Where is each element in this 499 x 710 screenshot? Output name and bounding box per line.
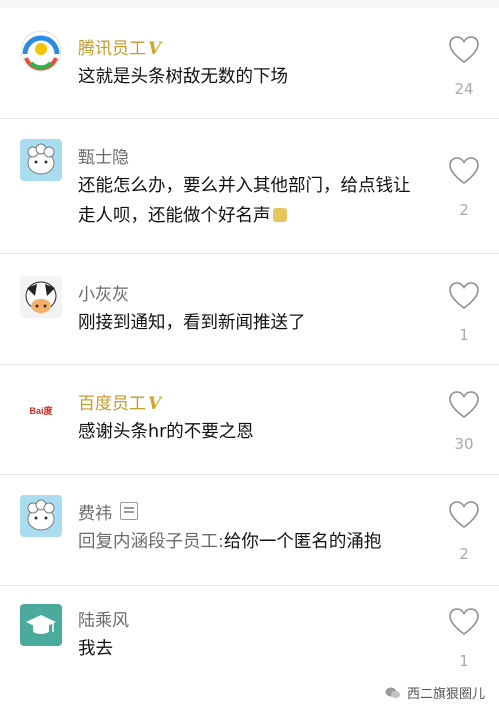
avatar[interactable]: [20, 30, 62, 72]
watermark: 西二旗狠圈儿: [385, 683, 485, 702]
like-count: 1: [459, 326, 469, 344]
cow-avatar-icon: [20, 276, 62, 318]
comment-text: 感谢头条hr的不要之恩: [78, 422, 254, 442]
heart-icon: [449, 391, 479, 418]
like-count: 30: [454, 435, 474, 453]
like-count: 2: [459, 545, 469, 563]
comment-item: 腾讯员工 V 这就是头条树敌无数的下场 24: [0, 8, 499, 119]
tencent-logo-icon: [20, 30, 62, 72]
comment-item: 甄士隐 还能怎么办，要么并入其他部门，给点钱让走人呗，还能做个好名声 2: [0, 119, 499, 254]
watermark-text: 西二旗狠圈儿: [406, 687, 485, 702]
comment-text: 刚接到通知，看到新闻推送了: [78, 313, 306, 333]
avatar[interactable]: [20, 495, 62, 537]
heart-icon: [449, 501, 479, 528]
verified-badge-icon: V: [148, 39, 162, 59]
verified-badge-icon: V: [148, 394, 162, 414]
commenter-name[interactable]: 小灰灰: [78, 280, 129, 305]
heart-icon: [449, 36, 479, 63]
avatar[interactable]: Bai度: [20, 389, 62, 431]
reply-prefix[interactable]: 回复内涵段子员工:: [78, 532, 224, 552]
like-count: 24: [454, 80, 474, 98]
heart-icon: [449, 157, 479, 184]
comment-item: 费祎 回复内涵段子员工:给你一个匿名的涌抱 2: [0, 475, 499, 586]
graduation-cap-avatar-icon: [26, 615, 56, 634]
like-count: 2: [459, 201, 469, 219]
like-button[interactable]: 1: [447, 608, 481, 670]
wechat-icon: [385, 687, 400, 698]
commenter-name[interactable]: 费祎: [78, 499, 138, 524]
reply-count-icon: [120, 502, 138, 520]
like-button[interactable]: 30: [447, 391, 481, 453]
comment-text: 回复内涵段子员工:给你一个匿名的涌抱: [78, 532, 382, 552]
like-button[interactable]: 2: [447, 501, 481, 563]
emoji-icon: [272, 208, 287, 222]
avatar[interactable]: [20, 139, 62, 181]
heart-icon: [449, 282, 479, 309]
commenter-name[interactable]: 陆乘风: [78, 606, 129, 631]
like-button[interactable]: 1: [447, 282, 481, 344]
comment-item: 小灰灰 刚接到通知，看到新闻推送了 1: [0, 254, 499, 365]
comment-item: Bai度 百度员工 V 感谢头条hr的不要之恩 30: [0, 365, 499, 475]
default-sheep-avatar-icon: [27, 499, 55, 531]
like-count: 1: [459, 652, 469, 670]
commenter-name[interactable]: 甄士隐: [78, 143, 129, 168]
comment-text: 这就是头条树敌无数的下场: [78, 67, 288, 87]
commenter-name[interactable]: 百度员工 V: [78, 389, 161, 414]
heart-icon: [449, 608, 479, 635]
commenter-name[interactable]: 腾讯员工 V: [78, 34, 161, 59]
like-button[interactable]: 2: [447, 157, 481, 219]
like-button[interactable]: 24: [447, 36, 481, 98]
avatar[interactable]: [20, 276, 62, 318]
avatar[interactable]: [20, 604, 62, 646]
baidu-logo-icon: Bai度: [29, 405, 53, 416]
comment-text: 我去: [78, 639, 113, 659]
comment-text: 还能怎么办，要么并入其他部门，给点钱让走人呗，还能做个好名声: [78, 176, 411, 226]
default-sheep-avatar-icon: [27, 143, 55, 175]
